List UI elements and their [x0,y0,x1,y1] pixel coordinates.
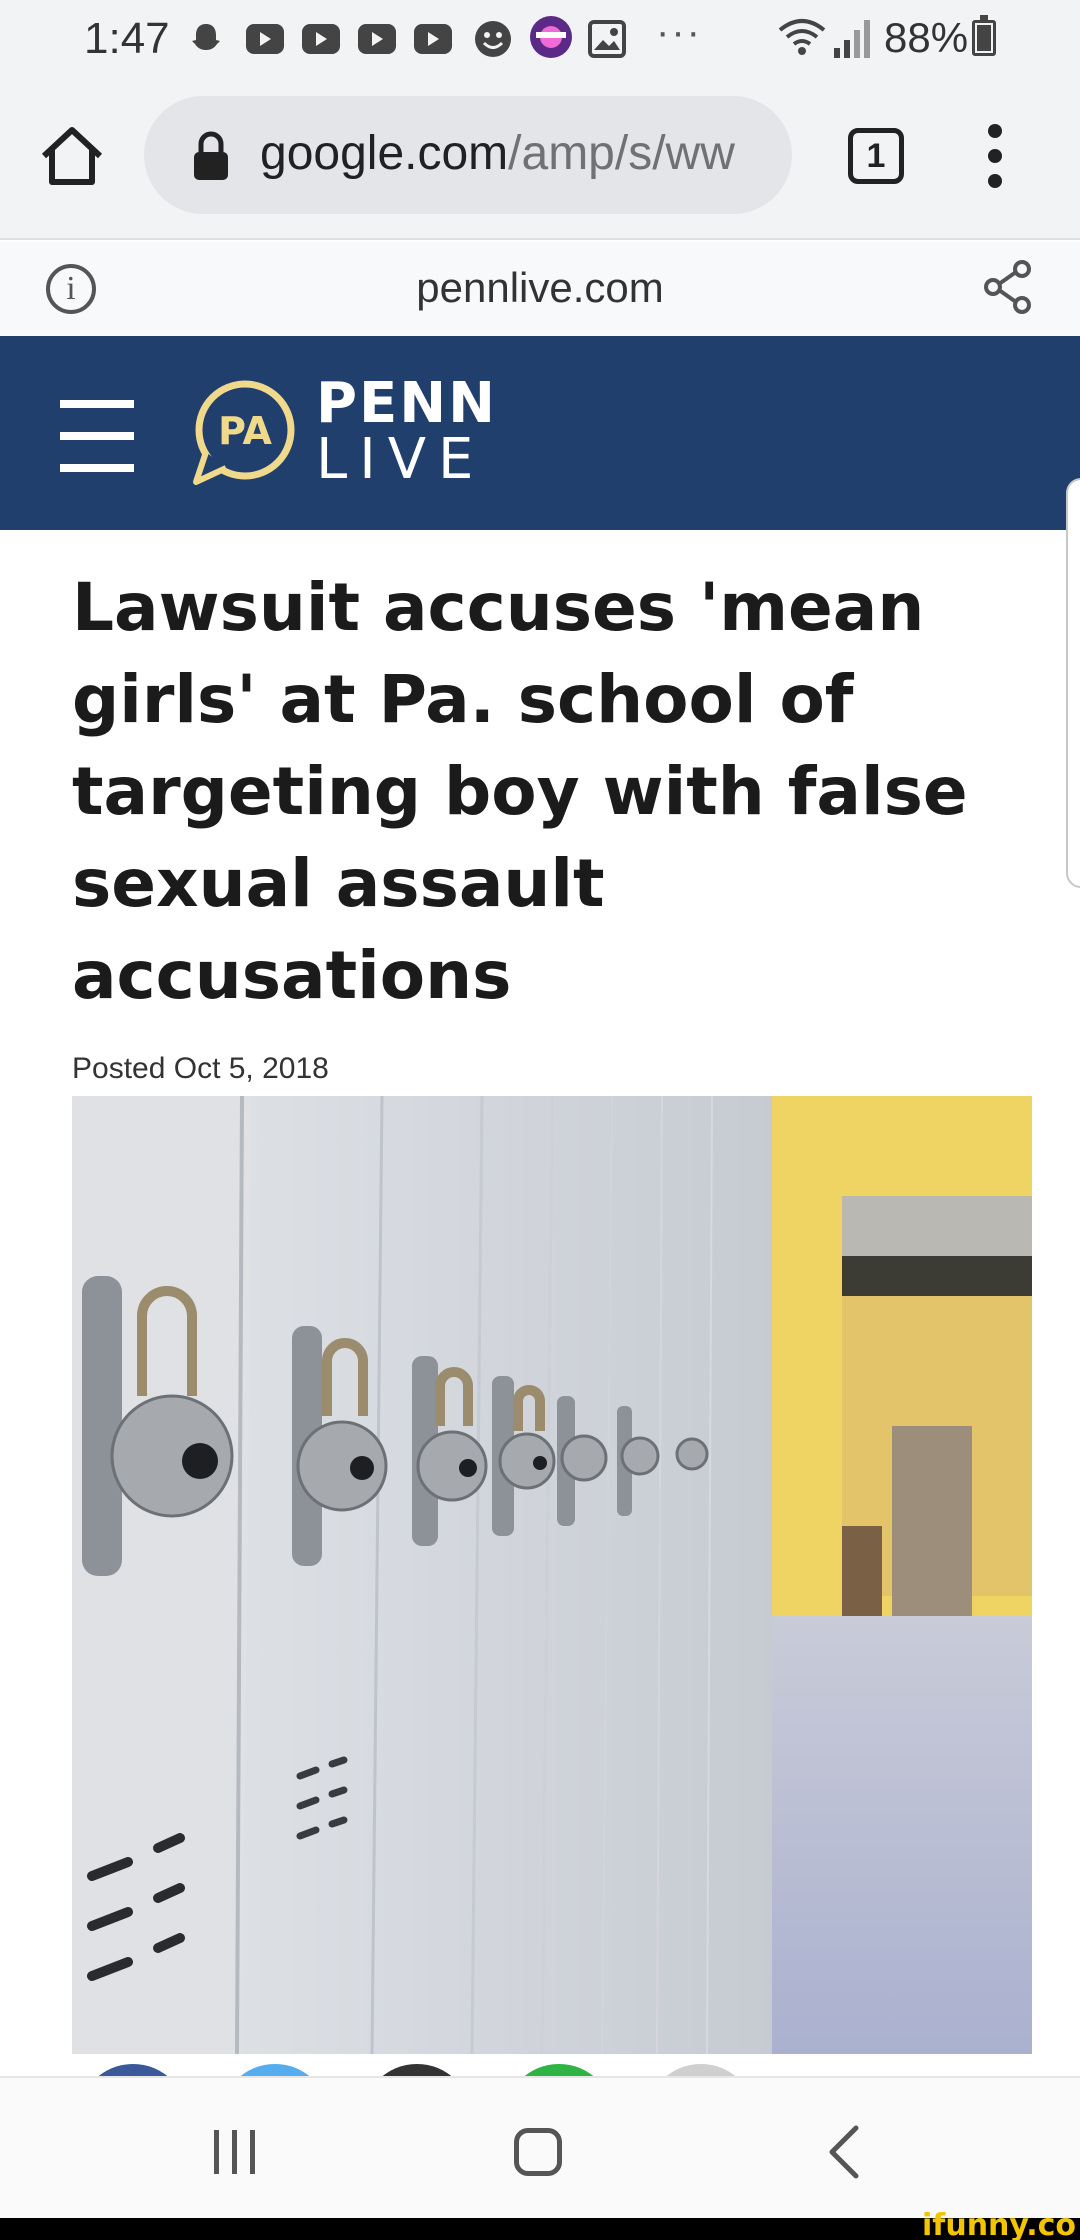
youtube-icon [302,24,340,54]
scroll-handle[interactable] [1066,478,1080,888]
back-icon[interactable] [824,2124,864,2180]
app-icon [530,16,572,58]
status-bar: 1:47 ··· 88% [0,0,1080,76]
url-path: /amp/s/ww [508,127,735,180]
share-icon[interactable] [984,260,1032,314]
overflow-menu-icon[interactable] [976,124,1016,188]
more-notifications: ··· [656,10,702,54]
amp-domain[interactable]: pennlive.com [0,264,1080,312]
article-hero-image[interactable] [72,1096,1032,2054]
lock-icon [194,131,228,180]
system-nav-bar [0,2076,1080,2218]
tab-switcher-button[interactable]: 1 [848,128,904,184]
pennlive-logo[interactable]: PA [190,378,300,488]
signal-icon [834,20,870,58]
brand-line-1: PENN [316,371,498,436]
article-posted-date: Posted Oct 5, 2018 [72,1052,329,1085]
battery-percent: 88% [884,14,969,61]
watermark-bar: ifunny.co [0,2208,1080,2240]
emoji-icon [475,21,511,57]
home-button-icon[interactable] [514,2128,562,2176]
youtube-icon [414,24,452,54]
wifi-icon [778,19,826,55]
url-host: google.com [260,127,509,180]
browser-toolbar: google.com/amp/s/ww 1 [0,76,1080,240]
address-bar[interactable]: google.com/amp/s/ww [144,96,792,214]
hamburger-menu-icon[interactable] [60,400,134,472]
site-header: PA PENN LIVE [0,336,1080,530]
logo-text: PA [218,409,272,453]
gallery-icon [588,20,626,58]
url-text: google.com/amp/s/ww [260,126,780,181]
article-headline: Lawsuit accuses 'mean girls' at Pa. scho… [72,569,968,1014]
recent-apps-icon[interactable] [214,2130,258,2174]
brand-wordmark[interactable]: PENN LIVE [316,376,497,488]
home-icon[interactable] [36,120,108,192]
brand-line-2: LIVE [316,427,486,492]
amp-header-bar: pennlive.com i [0,242,1080,336]
snapchat-icon [192,24,220,50]
watermark-logo: ifunny.co [922,2208,1076,2240]
youtube-icon [246,24,284,54]
info-icon[interactable]: i [46,264,96,314]
battery-icon [972,15,996,56]
youtube-icon [358,24,396,54]
status-time: 1:47 [84,14,170,63]
